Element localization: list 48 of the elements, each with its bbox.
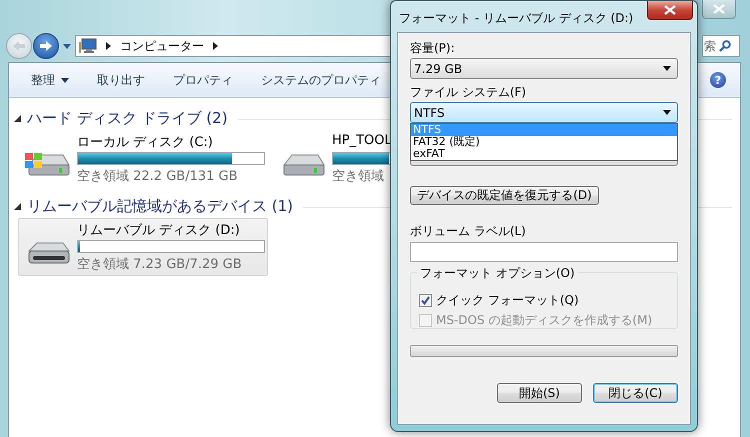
group-heading: ハード ディスク ドライブ (2): [27, 108, 228, 128]
caret-icon: [61, 78, 69, 82]
dropdown-option[interactable]: exFAT: [411, 148, 677, 160]
checkbox[interactable]: [419, 294, 432, 307]
close-button[interactable]: [647, 1, 693, 20]
close-icon: [664, 5, 676, 15]
free-space-text: 空き領域: [332, 168, 384, 185]
toolbar-button[interactable]: 取り出す: [87, 68, 155, 92]
forward-button[interactable]: [33, 33, 59, 59]
toolbar-button[interactable]: 整理: [21, 68, 79, 92]
left-arrow-icon: [12, 40, 26, 52]
free-space-text: 空き領域 7.23 GB/7.29 GB: [77, 256, 242, 273]
caret-icon: [63, 44, 71, 48]
collapse-icon[interactable]: [14, 202, 21, 210]
free-space-text: 空き領域 22.2 GB/131 GB: [77, 168, 238, 185]
drive-name: HP_TOOL: [332, 133, 392, 150]
restore-defaults-button[interactable]: デバイスの既定値を復元する(D): [410, 186, 599, 205]
right-arrow-icon: [39, 40, 53, 52]
computer-icon: [79, 38, 97, 54]
group-title: フォーマット オプション(O): [417, 265, 578, 282]
capacity-dropdown[interactable]: 7.29 GB: [410, 58, 678, 79]
field-label: 容量(P):: [410, 40, 456, 56]
drive-name: リムーバブル ディスク (D:): [77, 222, 240, 239]
drive-name: ローカル ディスク (C:): [77, 134, 213, 151]
caret-icon: [663, 110, 671, 115]
drive-tile[interactable]: ローカル ディスク (C:) 空き領域 22.2 GB/131 GB: [18, 130, 268, 188]
caret-icon: [663, 66, 671, 71]
search-icon: [719, 40, 731, 52]
field-label: ボリューム ラベル(L): [410, 223, 527, 239]
search-field[interactable]: 索: [702, 35, 740, 57]
volume-label-field[interactable]: [410, 242, 678, 262]
chevron-icon: [106, 42, 111, 50]
window-title: フォーマット - リムーバブル ディスク (D:): [398, 10, 634, 27]
dialog-button[interactable]: 閉じる(C): [593, 383, 678, 403]
breadcrumb[interactable]: コンピューター: [120, 38, 204, 54]
chevron-icon: [213, 42, 218, 50]
dialog-button[interactable]: 開始(S): [497, 383, 582, 403]
checkbox-option: MS-DOS の起動ディスクを作成する(M): [419, 312, 652, 329]
field-label: ファイル システム(F): [410, 84, 528, 100]
collapse-icon[interactable]: [14, 114, 21, 122]
toolbar-button[interactable]: システムのプロパティ: [251, 68, 391, 92]
group-heading: リムーバブル記憶域があるデバイス (1): [27, 196, 294, 216]
close-icon: [713, 4, 725, 14]
toolbar-button[interactable]: プロパティ: [163, 68, 243, 92]
file-system-dropdown[interactable]: NTFS: [410, 102, 678, 123]
drive-tile[interactable]: リムーバブル ディスク (D:) 空き領域 7.23 GB/7.29 GB: [18, 218, 268, 276]
checkbox-option[interactable]: クイック フォーマット(Q): [419, 292, 579, 309]
dropdown-option[interactable]: FAT32 (既定): [411, 136, 677, 148]
